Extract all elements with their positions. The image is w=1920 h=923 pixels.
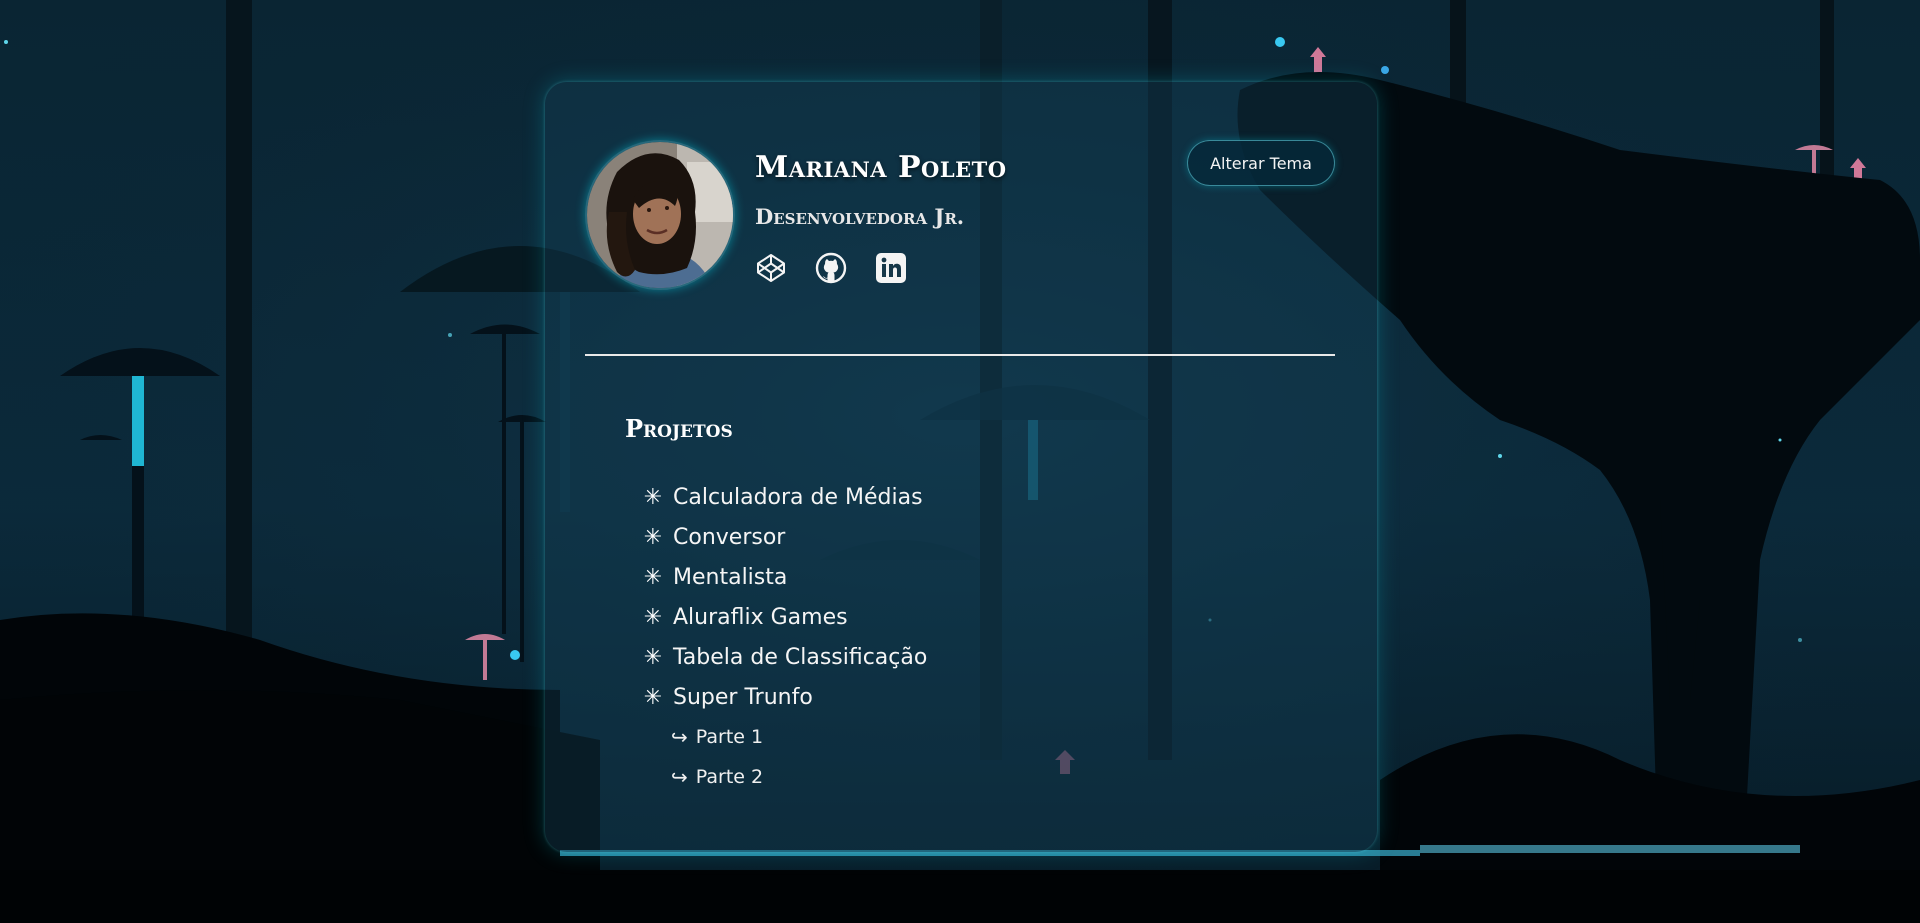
sparkle-icon: ✳ (643, 484, 663, 510)
projects-title: Projetos (625, 414, 733, 443)
linkedin-icon[interactable] (875, 252, 907, 284)
profile-name: Mariana Poleto (755, 150, 1007, 185)
return-arrow-icon: ↪ (671, 765, 688, 789)
sparkle-icon: ✳ (643, 684, 663, 710)
sparkle-icon: ✳ (643, 524, 663, 550)
profile-role: Desenvolvedora Jr. (755, 204, 965, 229)
project-label: Mentalista (673, 564, 788, 590)
project-item[interactable]: ✳ Mentalista (643, 557, 927, 597)
project-item[interactable]: ✳ Aluraflix Games (643, 597, 927, 637)
project-label: Aluraflix Games (673, 604, 848, 630)
subitem-label: Parte 1 (695, 726, 764, 748)
return-arrow-icon: ↪ (671, 725, 688, 749)
projects-list: ✳ Calculadora de Médias ✳ Conversor ✳ Me… (643, 477, 928, 797)
project-label: Conversor (673, 524, 786, 550)
github-icon[interactable] (815, 252, 847, 284)
project-item[interactable]: ✳ Calculadora de Médias (643, 477, 927, 517)
project-label: Super Trunfo (673, 684, 813, 710)
codepen-icon[interactable] (755, 252, 787, 284)
project-label: Calculadora de Médias (673, 484, 923, 510)
project-subitem[interactable]: ↪ Parte 1 (643, 717, 927, 757)
change-theme-button[interactable]: Alterar Tema (1187, 140, 1335, 186)
divider (585, 354, 1335, 356)
project-label: Tabela de Classificação (673, 644, 928, 670)
project-item[interactable]: ✳ Tabela de Classificação (643, 637, 928, 677)
project-subitem[interactable]: ↪ Parte 2 (643, 757, 927, 797)
project-item[interactable]: ✳ Conversor (643, 517, 927, 557)
subitem-label: Parte 2 (695, 766, 764, 788)
sparkle-icon: ✳ (643, 564, 663, 590)
social-links (755, 252, 907, 284)
sparkle-icon: ✳ (643, 604, 663, 630)
project-item[interactable]: ✳ Super Trunfo (643, 677, 927, 717)
sparkle-icon: ✳ (643, 644, 663, 670)
avatar (585, 140, 735, 290)
profile-card: Mariana Poleto Desenvolvedora Jr. Altera… (545, 82, 1377, 852)
